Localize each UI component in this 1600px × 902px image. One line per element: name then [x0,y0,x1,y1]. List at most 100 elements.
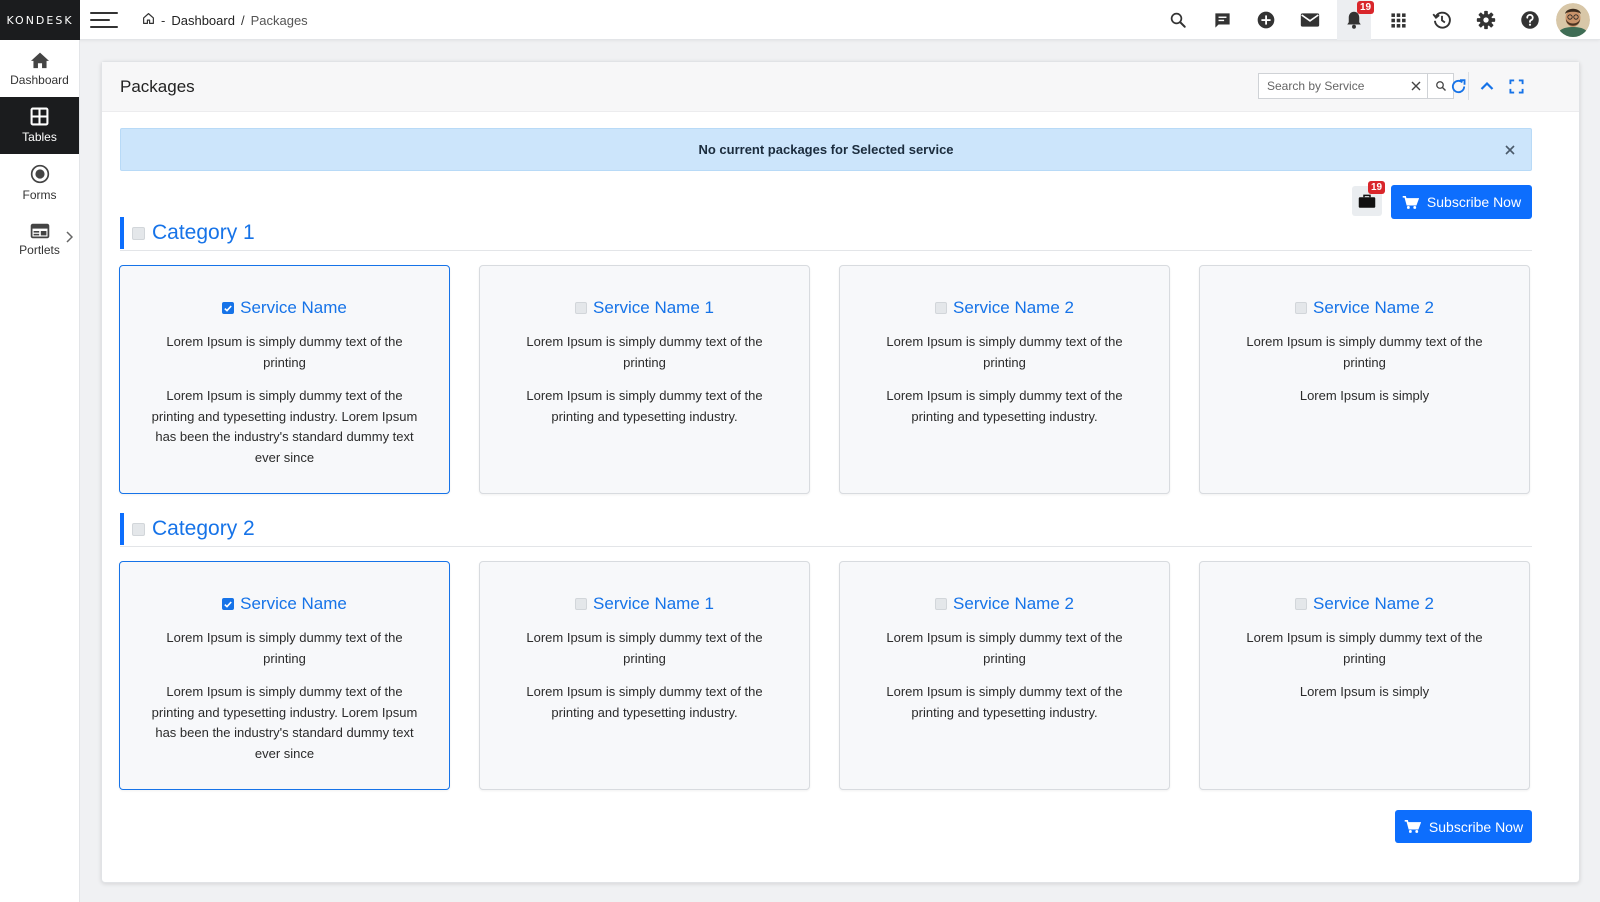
clear-icon[interactable] [1405,74,1427,98]
sidebar-item-dashboard[interactable]: Dashboard [0,40,79,97]
service-summary: Lorem Ipsum is simply dummy text of the … [1246,630,1483,666]
radio-icon [30,164,49,183]
close-icon[interactable] [1505,143,1515,158]
service-name: Service Name 2 [1313,594,1434,613]
add-circle-icon[interactable] [1244,0,1288,40]
subscribe-label: Subscribe Now [1428,818,1524,835]
refresh-icon[interactable] [1447,75,1469,97]
category-accent-bar [120,513,124,545]
service-description: Lorem Ipsum is simply dummy text of the … [886,684,1123,720]
service-name: Service Name 2 [1313,298,1434,317]
service-description: Lorem Ipsum is simply dummy text of the … [151,388,418,465]
category-header: Category 2 [120,513,1532,547]
notification-badge: 19 [1357,1,1375,14]
sidebar-item-label: Dashboard [10,72,69,87]
cart-icon [1402,195,1419,209]
breadcrumb-separator: - [161,12,166,28]
service-description: Lorem Ipsum is simply [1299,684,1430,699]
service-name: Service Name 2 [953,594,1074,613]
cart-icon [1404,819,1421,833]
panel-header: Packages [102,62,1579,112]
service-name: Service Name 2 [953,298,1074,317]
sidebar-item-forms[interactable]: Forms [0,154,79,211]
service-card[interactable]: Service Name 2 Lorem Ipsum is simply dum… [1199,561,1530,790]
cart-button[interactable]: 19 [1352,181,1386,216]
service-checkbox[interactable] [222,302,235,314]
service-checkbox[interactable] [935,302,948,314]
help-icon[interactable] [1508,0,1552,40]
service-card[interactable]: Service Name 2 Lorem Ipsum is simply dum… [839,265,1170,494]
service-summary: Lorem Ipsum is simply dummy text of the … [526,334,763,370]
category-checkbox[interactable] [132,523,145,536]
subscribe-label: Subscribe Now [1426,194,1522,210]
chevron-right-icon[interactable] [65,231,73,243]
service-card[interactable]: Service Name 2 Lorem Ipsum is simply dum… [839,561,1170,790]
search-field [1258,73,1454,99]
service-checkbox[interactable] [575,598,588,610]
sidebar-item-tables[interactable]: Tables [0,97,79,154]
search-input[interactable] [1259,74,1405,98]
history-icon[interactable] [1420,0,1464,40]
category-title: Category 2 [152,517,255,540]
mail-icon[interactable] [1288,0,1332,40]
subscribe-now-button-bottom[interactable]: Subscribe Now [1395,810,1532,843]
breadcrumb-current: Packages [250,12,308,28]
breadcrumb-separator: / [240,12,245,28]
service-description: Lorem Ipsum is simply dummy text of the … [151,684,418,761]
collapse-icon[interactable] [1476,75,1498,97]
user-avatar[interactable] [1556,3,1590,37]
service-summary: Lorem Ipsum is simply dummy text of the … [526,630,763,666]
chat-icon[interactable] [1200,0,1244,40]
category-checkbox[interactable] [132,227,145,240]
breadcrumb-dashboard-link[interactable]: Dashboard [171,13,235,28]
service-checkbox[interactable] [935,598,948,610]
service-summary: Lorem Ipsum is simply dummy text of the … [166,334,403,370]
service-description: Lorem Ipsum is simply dummy text of the … [526,388,763,424]
home-icon [30,52,49,68]
bell-icon[interactable]: 19 [1337,0,1375,40]
sidebar-item-portlets[interactable]: Portlets [0,211,79,268]
service-checkbox[interactable] [1295,302,1308,314]
search-icon[interactable] [1156,0,1200,40]
service-name: Service Name [240,298,347,317]
service-card[interactable]: Service Name Lorem Ipsum is simply dummy… [119,265,450,494]
home-icon[interactable] [142,12,155,28]
service-description: Lorem Ipsum is simply [1299,388,1430,403]
breadcrumb: - Dashboard / Packages [142,12,308,28]
service-name: Service Name [240,594,347,613]
service-summary: Lorem Ipsum is simply dummy text of the … [886,630,1123,666]
brand-logo[interactable]: KONDESK [0,0,80,40]
service-summary: Lorem Ipsum is simply dummy text of the … [166,630,403,666]
sidebar: Dashboard Tables Forms Portlets [0,40,80,902]
category-accent-bar [120,217,124,249]
top-icon-bar: 19 [1156,0,1590,40]
settings-icon[interactable] [1464,0,1508,40]
service-card[interactable]: Service Name Lorem Ipsum is simply dummy… [119,561,450,790]
alert-message: No current packages for Selected service [698,142,954,157]
info-alert: No current packages for Selected service [120,128,1532,171]
page-title: Packages [120,77,195,96]
search-icon [1435,81,1446,91]
fullscreen-icon[interactable] [1505,75,1527,97]
service-summary: Lorem Ipsum is simply dummy text of the … [1246,334,1483,370]
packages-panel: Packages No current packages for Selecte… [101,61,1580,883]
menu-toggle-icon[interactable] [90,12,118,28]
category-title: Category 1 [152,221,255,244]
briefcase-icon [1358,194,1376,208]
service-checkbox[interactable] [222,598,235,610]
subscribe-now-button[interactable]: Subscribe Now [1391,185,1532,219]
table-icon [30,107,49,126]
sidebar-item-label: Forms [22,187,57,202]
service-name: Service Name 1 [593,594,714,613]
sidebar-item-label: Portlets [19,242,60,257]
service-card[interactable]: Service Name 1 Lorem Ipsum is simply dum… [479,561,810,790]
service-card[interactable]: Service Name 2 Lorem Ipsum is simply dum… [1199,265,1530,494]
service-checkbox[interactable] [1295,598,1308,610]
service-checkbox[interactable] [575,302,588,314]
service-description: Lorem Ipsum is simply dummy text of the … [526,684,763,720]
cart-count-badge: 19 [1368,181,1386,194]
sidebar-item-label: Tables [22,130,57,144]
service-description: Lorem Ipsum is simply dummy text of the … [886,388,1123,424]
service-card[interactable]: Service Name 1 Lorem Ipsum is simply dum… [479,265,810,494]
apps-grid-icon[interactable] [1376,0,1420,40]
